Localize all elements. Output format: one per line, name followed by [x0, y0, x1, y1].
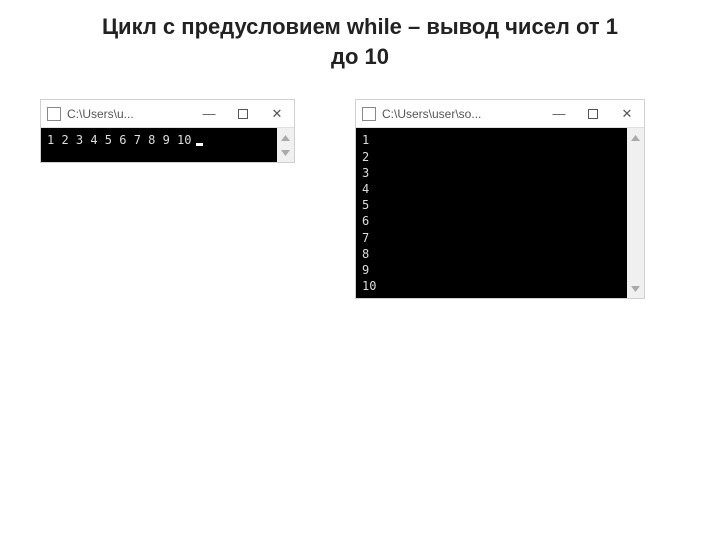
- maximize-button[interactable]: [226, 100, 260, 128]
- app-icon: [362, 107, 376, 121]
- console-output[interactable]: 1 2 3 4 5 6 7 8 9 10: [41, 128, 277, 162]
- close-button[interactable]: ✕: [610, 100, 644, 128]
- scroll-down-icon[interactable]: [278, 145, 293, 160]
- cursor-icon: [196, 143, 203, 146]
- console-window-horizontal: C:\Users\u... — ✕ 1 2 3 4 5 6 7 8 9 10: [40, 99, 295, 163]
- scrollbar[interactable]: [627, 128, 644, 298]
- window-title: C:\Users\u...: [67, 107, 192, 121]
- title-line-1: Цикл с предусловием while – вывод чисел …: [102, 14, 618, 39]
- close-button[interactable]: ✕: [260, 100, 294, 128]
- maximize-icon: [588, 109, 598, 119]
- output-text: 1 2 3 4 5 6 7 8 9 10: [362, 133, 376, 293]
- window-body: 1 2 3 4 5 6 7 8 9 10: [41, 128, 294, 162]
- minimize-button[interactable]: —: [542, 100, 576, 128]
- scrollbar[interactable]: [277, 128, 294, 162]
- maximize-icon: [238, 109, 248, 119]
- console-window-vertical: C:\Users\user\so... — ✕ 1 2 3 4 5 6 7 8 …: [355, 99, 645, 299]
- output-text: 1 2 3 4 5 6 7 8 9 10: [47, 133, 192, 147]
- scroll-up-icon[interactable]: [628, 130, 643, 145]
- maximize-button[interactable]: [576, 100, 610, 128]
- titlebar[interactable]: C:\Users\u... — ✕: [41, 100, 294, 128]
- window-body: 1 2 3 4 5 6 7 8 9 10: [356, 128, 644, 298]
- windows-container: C:\Users\u... — ✕ 1 2 3 4 5 6 7 8 9 10: [0, 71, 720, 299]
- app-icon: [47, 107, 61, 121]
- scroll-down-icon[interactable]: [628, 281, 643, 296]
- window-title: C:\Users\user\so...: [382, 107, 542, 121]
- slide-title: Цикл с предусловием while – вывод чисел …: [0, 0, 720, 71]
- title-line-2: до 10: [331, 44, 389, 69]
- scroll-up-icon[interactable]: [278, 130, 293, 145]
- console-output[interactable]: 1 2 3 4 5 6 7 8 9 10: [356, 128, 627, 298]
- minimize-button[interactable]: —: [192, 100, 226, 128]
- titlebar[interactable]: C:\Users\user\so... — ✕: [356, 100, 644, 128]
